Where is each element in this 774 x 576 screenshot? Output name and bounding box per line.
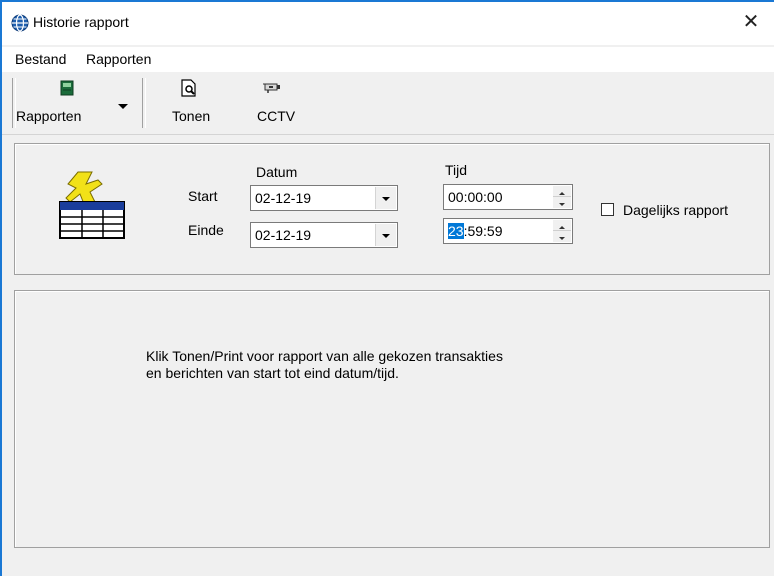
menu-rapporten[interactable]: Rapporten: [86, 51, 151, 67]
tonen-label: Tonen: [172, 108, 211, 124]
report-book-icon: [60, 80, 74, 96]
start-label: Start: [188, 188, 218, 204]
start-date-dropdown-button[interactable]: [375, 187, 396, 209]
end-date-combobox[interactable]: 02-12-19: [250, 222, 398, 248]
end-time-down-button[interactable]: [553, 231, 571, 242]
preview-document-icon: [181, 79, 196, 97]
history-report-window: Historie rapport ✕ Bestand Rapporten Rap…: [2, 2, 774, 576]
chevron-down-icon: [382, 197, 390, 201]
toolbar: Rapporten Tonen CCTV: [2, 71, 774, 135]
daily-report-label[interactable]: Dagelijks rapport: [623, 202, 728, 218]
toolbar-separator: [142, 78, 146, 128]
status-bar: [2, 548, 774, 576]
close-icon: ✕: [742, 11, 760, 33]
cctv-camera-icon: [263, 83, 280, 93]
start-time-value: 00:00:00: [448, 189, 503, 205]
window-title: Historie rapport: [33, 14, 129, 30]
menu-bestand[interactable]: Bestand: [15, 51, 66, 67]
start-time-down-button[interactable]: [553, 197, 571, 208]
info-panel: [14, 290, 770, 548]
end-time-spinner[interactable]: 23:59:59: [443, 218, 573, 244]
cctv-button[interactable]: CCTV: [242, 72, 302, 134]
datum-header: Datum: [256, 164, 298, 180]
tijd-header: Tijd: [445, 162, 468, 178]
info-line-1: Klik Tonen/Print voor rapport van alle g…: [146, 348, 503, 364]
end-date-dropdown-button[interactable]: [375, 224, 396, 246]
globe-icon: [11, 14, 29, 32]
daily-report-checkbox[interactable]: [601, 203, 614, 216]
end-time-spin-buttons: [553, 220, 571, 242]
start-time-up-button[interactable]: [553, 186, 571, 197]
arrow-down-icon: [559, 237, 565, 240]
report-table-icon: [59, 171, 125, 239]
end-date-value: 02-12-19: [255, 227, 312, 243]
rapporten-label: Rapporten: [16, 108, 82, 124]
start-time-spinner[interactable]: 00:00:00: [443, 184, 573, 210]
start-date-value: 02-12-19: [255, 190, 312, 206]
title-bar: Historie rapport ✕: [2, 2, 774, 45]
end-time-selected-hours: 23: [448, 223, 464, 239]
einde-label: Einde: [188, 222, 224, 238]
menu-bar: Bestand Rapporten: [2, 47, 774, 71]
cctv-label: CCTV: [257, 108, 296, 124]
arrow-down-icon: [559, 203, 565, 206]
start-time-spin-buttons: [553, 186, 571, 208]
start-date-combobox[interactable]: 02-12-19: [250, 185, 398, 211]
end-time-rest: :59:59: [463, 223, 503, 239]
rapporten-button[interactable]: Rapporten: [16, 72, 136, 134]
chevron-down-icon: [382, 234, 390, 238]
close-button[interactable]: ✕: [728, 2, 774, 45]
dropdown-arrow-icon: [118, 104, 128, 109]
info-text: Klik Tonen/Print voor rapport van alle g…: [146, 348, 503, 382]
end-time-value: 23:59:59: [448, 223, 503, 239]
tonen-button[interactable]: Tonen: [162, 72, 222, 134]
end-time-up-button[interactable]: [553, 220, 571, 231]
info-line-2: en berichten van start tot eind datum/ti…: [146, 365, 399, 381]
